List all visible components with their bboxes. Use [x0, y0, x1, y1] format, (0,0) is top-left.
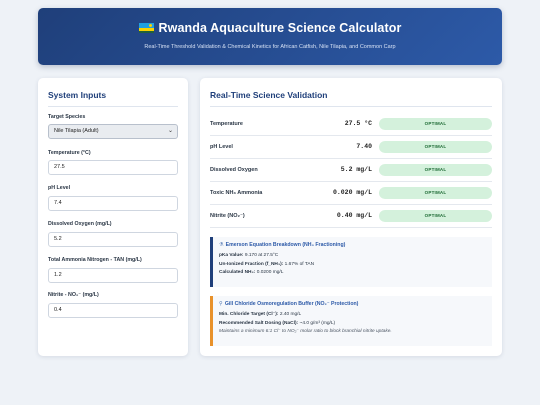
species-select-value: Nile Tilapia (Adult) [54, 128, 99, 134]
status-badge: OPTIMAL [379, 118, 492, 130]
nitrite-input[interactable]: 0.4 [48, 303, 178, 318]
gill-note: Maintains a minimum 6:1 Cl⁻ to NO₂⁻ mola… [219, 329, 392, 334]
page-title: Rwanda Aquaculture Science Calculator [38, 21, 502, 35]
dissolved-oxygen-label: Dissolved Oxygen (mg/L) [48, 221, 112, 227]
chevron-down-icon: ⌄ [167, 128, 173, 134]
row-param: Nitrite (NO₂⁻) [210, 213, 245, 219]
species-label: Target Species [48, 114, 86, 120]
gill-title-text: Gill Chloride Osmoregulation Buffer (NO₂… [224, 301, 359, 307]
validation-row-dissolved-oxygen: Dissolved Oxygen 5.2 mg/L OPTIMAL [210, 159, 492, 182]
app-header: Rwanda Aquaculture Science Calculator Re… [38, 8, 502, 65]
ph-input[interactable]: 7.4 [48, 196, 178, 211]
emerson-title-text: Emerson Equation Breakdown (NH₃ Fraction… [225, 242, 346, 248]
pin-icon: ⚲ [219, 301, 223, 307]
calc-line: Calculated NH₃: 0.0200 mg/L [219, 270, 486, 276]
status-badge: OPTIMAL [379, 141, 492, 153]
temperature-label: Temperature (°C) [48, 150, 91, 156]
row-param: pH Level [210, 144, 233, 150]
fraction-label: Un-Ionized Fraction (f_NH₃): [219, 261, 284, 267]
validation-row-ammonia: Toxic NH₃ Ammonia 0.020 mg/L OPTIMAL [210, 182, 492, 205]
row-value: 27.5 °C [344, 120, 372, 127]
fraction-value: 1.67% of TAN [284, 261, 315, 267]
chloride-target-line: Min. Chloride Target (Cl⁻): 2.40 mg/L [219, 312, 486, 318]
rwanda-flag-icon [138, 23, 154, 33]
row-value: 5.2 mg/L [340, 166, 372, 173]
validation-row-ph: pH Level 7.40 OPTIMAL [210, 136, 492, 159]
science-validation-panel: Real-Time Science Validation Temperature… [200, 78, 502, 356]
tan-input[interactable]: 1.2 [48, 268, 178, 283]
validation-row-nitrite: Nitrite (NO₂⁻) 0.40 mg/L OPTIMAL [210, 205, 492, 228]
calc-value: 0.0200 mg/L [256, 270, 284, 275]
tan-label: Total Ammonia Nitrogen - TAN (mg/L) [48, 257, 142, 263]
dissolved-oxygen-input[interactable]: 5.2 [48, 232, 178, 247]
emerson-equation-box: ⚗ Emerson Equation Breakdown (NH₃ Fractio… [210, 237, 492, 287]
row-param: Toxic NH₃ Ammonia [210, 190, 263, 196]
fraction-line: Un-Ionized Fraction (f_NH₃): 1.67% of TA… [219, 262, 486, 268]
row-value: 0.40 mg/L [336, 212, 372, 219]
salt-dosing-value: ~4.0 g/m³ (mg/L) [299, 320, 336, 326]
pka-value: 9.170 at 27.5°C [244, 253, 279, 258]
gill-title: ⚲ Gill Chloride Osmoregulation Buffer (NO… [219, 301, 486, 307]
validation-row-temperature: Temperature 27.5 °C OPTIMAL [210, 113, 492, 136]
status-badge: OPTIMAL [379, 164, 492, 176]
emerson-title: ⚗ Emerson Equation Breakdown (NH₃ Fractio… [219, 242, 486, 248]
system-inputs-heading: System Inputs [48, 90, 178, 107]
chloride-target-label: Min. Chloride Target (Cl⁻): [219, 312, 279, 317]
salt-dosing-line: Recommended Salt Dosing (NaCl): ~4.0 g/m… [219, 321, 486, 327]
row-value: 0.020 mg/L [332, 189, 372, 196]
system-inputs-panel: System Inputs Target Species Nile Tilapi… [38, 78, 188, 356]
pka-label: pKa Value: [219, 253, 244, 258]
calc-label: Calculated NH₃: [219, 270, 256, 275]
validation-heading: Real-Time Science Validation [210, 90, 492, 107]
ph-label: pH Level [48, 185, 71, 191]
nitrite-label: Nitrite - NO₂⁻ (mg/L) [48, 292, 99, 298]
species-select[interactable]: Nile Tilapia (Adult) ⌄ [48, 124, 178, 139]
temperature-input[interactable]: 27.5 [48, 160, 178, 175]
status-badge: OPTIMAL [379, 187, 492, 199]
chloride-target-value: 2.40 mg/L [279, 312, 302, 317]
salt-dosing-label: Recommended Salt Dosing (NaCl): [219, 320, 299, 326]
gill-chloride-box: ⚲ Gill Chloride Osmoregulation Buffer (NO… [210, 296, 492, 346]
row-value: 7.40 [356, 143, 372, 150]
row-param: Temperature [210, 121, 243, 127]
page-subtitle: Real-Time Threshold Validation & Chemica… [144, 44, 396, 50]
flask-icon: ⚗ [219, 242, 224, 248]
row-param: Dissolved Oxygen [210, 167, 258, 173]
pka-line: pKa Value: 9.170 at 27.5°C [219, 253, 486, 259]
page-title-text: Rwanda Aquaculture Science Calculator [158, 21, 402, 35]
status-badge: OPTIMAL [379, 210, 492, 222]
